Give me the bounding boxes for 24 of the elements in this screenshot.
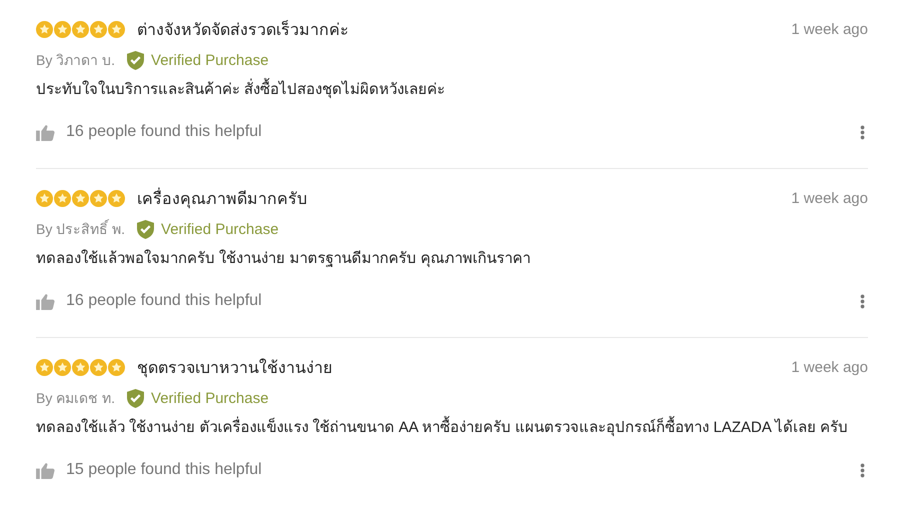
review-time: 1 week ago [791, 358, 868, 376]
review-text: ทดลองใช้แล้ว ใช้งานง่าย ตัวเครื่องแข็งแรง ใช้ถ่านขนาด AA หาซื้อง่ายครับ แผนตรวจและอุปกรณ์ก็ซื้อทาง LAZADA ได้เลย ครับ [36, 417, 868, 439]
review-author: By ประสิทธิ์ พ. [36, 218, 126, 239]
verified-label: Verified Purchase [151, 390, 269, 406]
thumbs-up-icon[interactable] [36, 462, 55, 478]
review-time: 1 week ago [791, 20, 868, 38]
verified-label: Verified Purchase [151, 52, 269, 68]
thumbs-up-icon[interactable] [36, 292, 55, 310]
review-time: 1 week ago [791, 190, 868, 206]
review-title: เครื่องคุณภาพดีมากครับ [137, 186, 307, 210]
review-text: ทดลองใช้แล้วพอใจมากครับ ใช้งานง่าย มาตรฐานดีมากครับ คุณภาพเกินราคา [36, 248, 532, 270]
thumbs-up-icon[interactable] [36, 124, 55, 140]
more-options-icon[interactable] [860, 124, 865, 140]
helpful-count: 15 people found this helpful [66, 461, 262, 479]
helpful-count: 16 people found this helpful [66, 123, 262, 141]
more-options-icon[interactable] [860, 462, 865, 478]
review-title: ชุดตรวจเบาหวานใช้งานง่าย [137, 358, 332, 380]
review-text: ประทับใจในบริการและสินค้าค่ะ สั่งซื้อไปสองชุดไม่ผิดหวังเลยค่ะ [36, 79, 868, 101]
review-title: ต่างจังหวัดจัดส่งรวดเร็วมากค่ะ [137, 19, 349, 40]
verified-label: Verified Purchase [161, 220, 279, 238]
more-options-icon[interactable] [860, 292, 865, 310]
review-author: By วิภาดา บ. [36, 51, 116, 70]
helpful-count: 16 people found this helpful [66, 292, 262, 310]
review-author: By คมเดช ท. [36, 389, 116, 408]
